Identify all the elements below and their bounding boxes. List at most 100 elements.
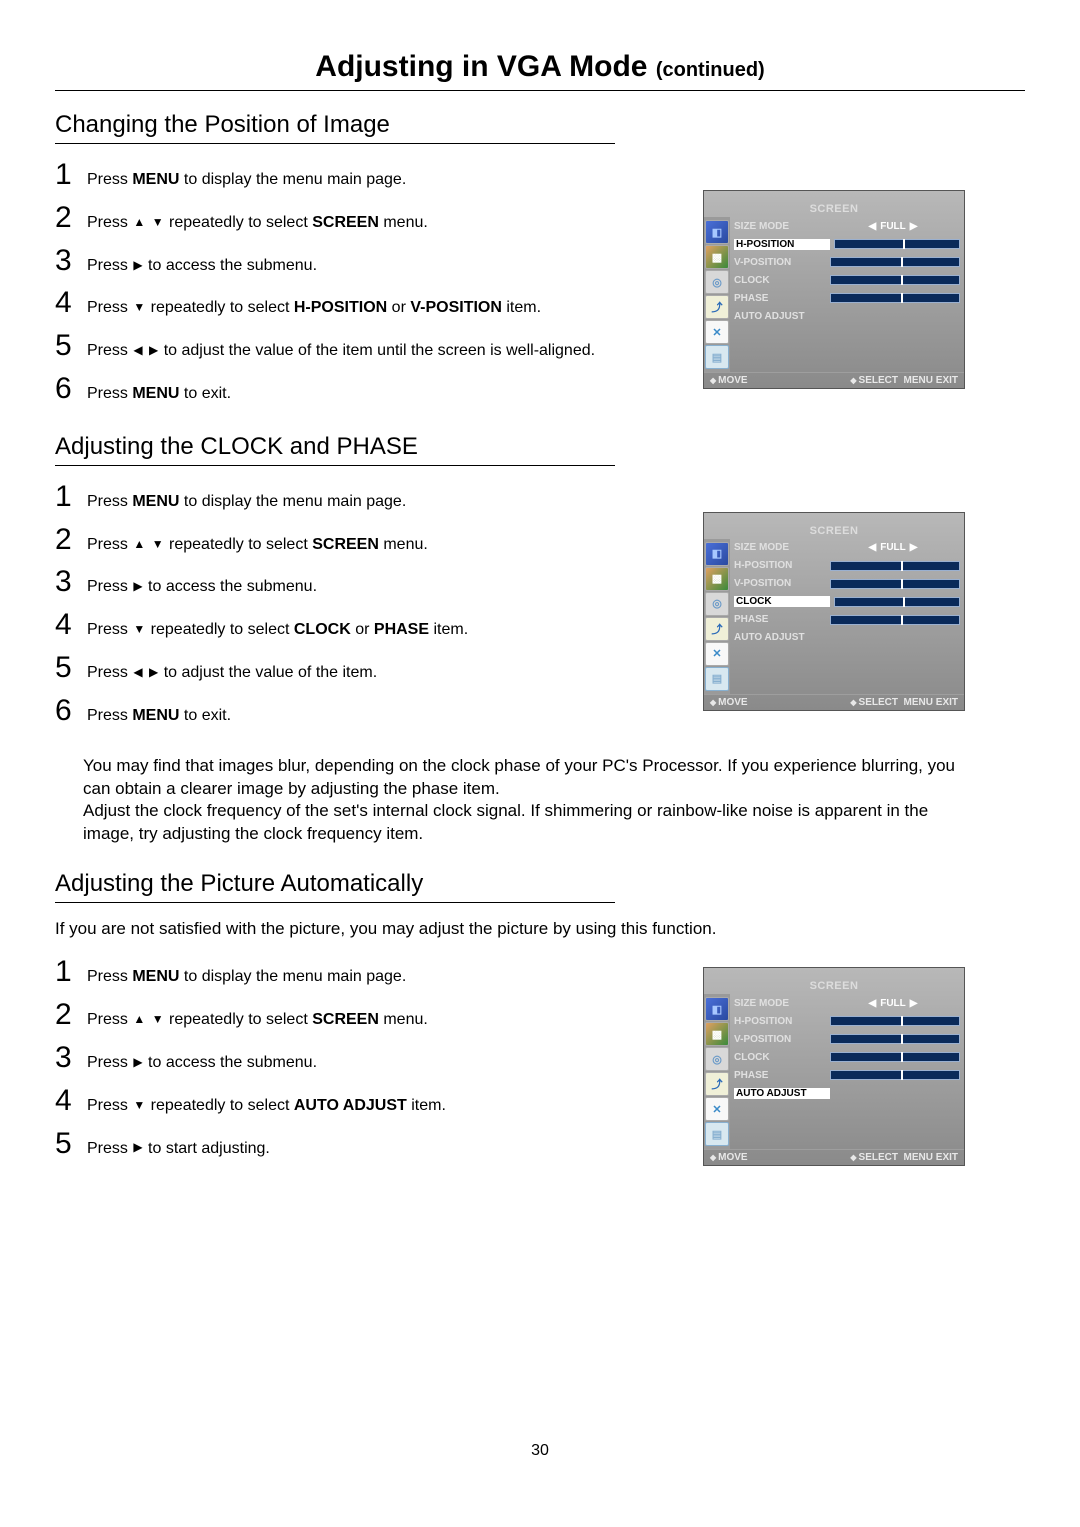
- step: 2 Press ▲ ▼ repeatedly to select SCREEN …: [55, 203, 655, 234]
- step-text: Press ▲ ▼ repeatedly to select SCREEN me…: [83, 535, 428, 556]
- step: 5 Press ◀ ▶ to adjust the value of the i…: [55, 331, 655, 362]
- step-number: 2: [55, 525, 83, 555]
- step: 4 Press ▼ repeatedly to select H-POSITIO…: [55, 288, 655, 319]
- step-text: Press ▶ to access the submenu.: [83, 577, 317, 598]
- image-icon: ▩: [705, 1022, 729, 1046]
- up-icon: ▲: [132, 215, 146, 231]
- section3-divider: [55, 902, 615, 903]
- manual-page: Adjusting in VGA Mode (continued) Changi…: [0, 0, 1080, 1490]
- osd-icon-column: ◧ ▩ ◎ ⤴ ✕ ▤: [704, 539, 730, 694]
- step: 6 Press MENU to exit.: [55, 696, 655, 727]
- section3-title: Adjusting the Picture Automatically: [55, 870, 1025, 898]
- osd-rows: SIZE MODE ◀ FULL ▶ H-POSITION V-POSITION…: [730, 539, 964, 694]
- step-number: 3: [55, 1043, 83, 1073]
- step: 4 Press ▼ repeatedly to select CLOCK or …: [55, 610, 655, 641]
- adjust-icon: ⤴: [705, 617, 729, 641]
- page-number: 30: [0, 1442, 1080, 1460]
- step-number: 5: [55, 1129, 83, 1159]
- step: 6 Press MENU to exit.: [55, 374, 655, 405]
- image-icon: ▩: [705, 245, 729, 269]
- right-icon: ▶: [132, 1140, 143, 1156]
- tools-icon: ✕: [705, 320, 729, 344]
- up-icon: ▲: [132, 1012, 146, 1028]
- audio-icon: ◎: [705, 592, 729, 616]
- tools-icon: ✕: [705, 1097, 729, 1121]
- step-text: Press MENU to display the menu main page…: [83, 170, 406, 191]
- section2-row: 1 Press MENU to display the menu main pa…: [55, 482, 1025, 727]
- section1-row: 1 Press MENU to display the menu main pa…: [55, 160, 1025, 405]
- osd-row-size-mode: SIZE MODE ◀ FULL ▶: [732, 539, 962, 557]
- right-icon: ▶: [148, 665, 159, 681]
- osd-footer: ◆MOVE ◆SELECT MENU EXIT: [704, 1149, 964, 1165]
- down-icon: ▼: [151, 537, 165, 553]
- step: 1 Press MENU to display the menu main pa…: [55, 957, 655, 988]
- osd-rows: SIZE MODE ◀ FULL ▶ H-POSITION V-POSITION…: [730, 217, 964, 372]
- title-divider: [55, 90, 1025, 91]
- step-number: 1: [55, 160, 83, 190]
- slider-icon: [834, 239, 960, 249]
- slider-icon: [830, 1034, 960, 1044]
- osd-panel-1: SCREEN ◧ ▩ ◎ ⤴ ✕ ▤ SIZE MODE ◀ FULL ▶: [703, 190, 965, 389]
- osd-row-auto-adjust: AUTO ADJUST: [732, 307, 962, 325]
- down-icon: ▼: [132, 1098, 146, 1114]
- osd-row-phase: PHASE: [732, 611, 962, 629]
- osd-body: ◧ ▩ ◎ ⤴ ✕ ▤ SIZE MODE ◀ FULL ▶ H-POSITIO…: [704, 217, 964, 372]
- slider-icon: [830, 293, 960, 303]
- page-title: Adjusting in VGA Mode (continued): [55, 50, 1025, 84]
- screen-icon: ▤: [705, 345, 729, 369]
- slider-icon: [830, 615, 960, 625]
- step-text: Press MENU to display the menu main page…: [83, 967, 406, 988]
- osd-row-h-position: H-POSITION: [732, 557, 962, 575]
- section2-divider: [55, 465, 615, 466]
- step-text: Press ▶ to access the submenu.: [83, 256, 317, 277]
- osd-row-clock: CLOCK: [732, 271, 962, 289]
- osd-row-size-mode: SIZE MODE ◀ FULL ▶: [732, 217, 962, 235]
- section3-row: 1 Press MENU to display the menu main pa…: [55, 957, 1025, 1159]
- slider-icon: [830, 1070, 960, 1080]
- step-number: 5: [55, 653, 83, 683]
- osd-row-clock: CLOCK: [732, 1048, 962, 1066]
- osd-row-v-position: V-POSITION: [732, 1030, 962, 1048]
- osd-footer-move: ◆MOVE: [710, 697, 748, 708]
- image-icon: ▩: [705, 567, 729, 591]
- step-text: Press MENU to display the menu main page…: [83, 492, 406, 513]
- osd-header: SCREEN: [704, 523, 964, 539]
- left-icon: ◀: [132, 665, 143, 681]
- down-icon: ▼: [151, 1012, 165, 1028]
- section1-steps: 1 Press MENU to display the menu main pa…: [55, 160, 655, 405]
- slider-icon: [830, 257, 960, 267]
- step-number: 4: [55, 610, 83, 640]
- left-icon: ◀: [132, 343, 143, 359]
- step-number: 4: [55, 288, 83, 318]
- osd-row-clock: CLOCK: [732, 593, 962, 611]
- osd-icon-column: ◧ ▩ ◎ ⤴ ✕ ▤: [704, 217, 730, 372]
- down-icon: ▼: [132, 300, 146, 316]
- osd-footer-right: ◆SELECT MENU EXIT: [850, 697, 958, 708]
- osd-row-v-position: V-POSITION: [732, 253, 962, 271]
- section3-intro: If you are not satisfied with the pictur…: [55, 919, 1025, 939]
- osd-header: SCREEN: [704, 201, 964, 217]
- osd-row-phase: PHASE: [732, 1066, 962, 1084]
- section1-divider: [55, 143, 615, 144]
- section3-steps: 1 Press MENU to display the menu main pa…: [55, 957, 655, 1159]
- osd-footer-move: ◆MOVE: [710, 375, 748, 386]
- up-icon: ▲: [132, 537, 146, 553]
- step-number: 2: [55, 203, 83, 233]
- osd-row-v-position: V-POSITION: [732, 575, 962, 593]
- osd-row-h-position: H-POSITION: [732, 1012, 962, 1030]
- osd-body: ◧ ▩ ◎ ⤴ ✕ ▤ SIZE MODE ◀ FULL ▶ H-POSITIO…: [704, 539, 964, 694]
- step-number: 1: [55, 957, 83, 987]
- right-icon: ▶: [132, 1055, 143, 1071]
- adjust-icon: ⤴: [705, 1072, 729, 1096]
- right-icon: ▶: [148, 343, 159, 359]
- right-icon: ▶: [132, 258, 143, 274]
- step-number: 4: [55, 1086, 83, 1116]
- osd-rows: SIZE MODE ◀ FULL ▶ H-POSITION V-POSITION…: [730, 994, 964, 1149]
- slider-icon: [830, 1016, 960, 1026]
- step-number: 2: [55, 1000, 83, 1030]
- step-text: Press ◀ ▶ to adjust the value of the ite…: [83, 341, 595, 362]
- step: 1 Press MENU to display the menu main pa…: [55, 160, 655, 191]
- step: 2 Press ▲ ▼ repeatedly to select SCREEN …: [55, 1000, 655, 1031]
- step-text: Press ▲ ▼ repeatedly to select SCREEN me…: [83, 213, 428, 234]
- osd-footer-right: ◆SELECT MENU EXIT: [850, 1152, 958, 1163]
